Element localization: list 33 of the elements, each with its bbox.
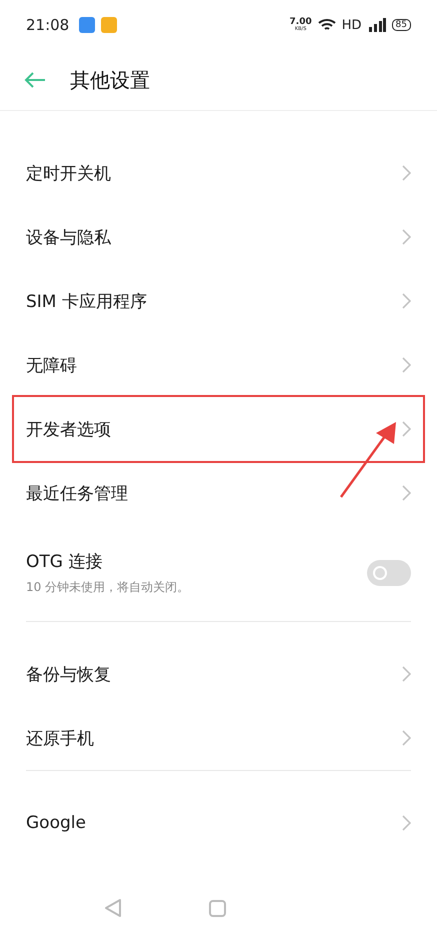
settings-item[interactable]: 开发者选项 (14, 397, 423, 461)
chevron-icon (402, 485, 411, 501)
settings-item[interactable]: 备份与恢复 (14, 642, 423, 706)
wifi-icon (318, 18, 336, 32)
status-time: 21:08 (26, 16, 70, 34)
back-nav-icon[interactable] (104, 898, 122, 918)
signal-icon (368, 18, 386, 32)
chevron-icon (402, 815, 411, 831)
settings-item[interactable]: 还原手机 (14, 706, 423, 770)
chevron-icon (402, 666, 411, 682)
chevron-icon (402, 730, 411, 746)
network-speed: 7.00 (290, 18, 312, 27)
setting-label: OTG 连接 (26, 551, 104, 573)
setting-description: 10 分钟未使用，将自动关闭。 (26, 579, 190, 596)
settings-item[interactable]: 最近任务管理 (14, 461, 423, 525)
back-icon[interactable] (24, 72, 46, 88)
app-notification-icon (79, 17, 96, 33)
home-nav-icon[interactable] (208, 900, 226, 916)
settings-item[interactable]: 无障碍 (14, 333, 423, 397)
battery-indicator: 85 (392, 19, 411, 31)
chevron-icon (402, 293, 411, 309)
settings-item[interactable]: 定时开关机 (14, 141, 423, 205)
page-title: 其他设置 (70, 66, 150, 94)
settings-item[interactable]: Google (14, 791, 423, 855)
network-label: HD (342, 18, 362, 32)
app-notification-icon (101, 17, 118, 33)
chevron-icon (402, 165, 411, 181)
chevron-icon (402, 421, 411, 437)
settings-item[interactable]: 设备与隐私 (14, 205, 423, 269)
settings-item[interactable]: SIM 卡应用程序 (14, 269, 423, 333)
chevron-icon (402, 229, 411, 245)
toggle-switch[interactable] (367, 560, 411, 586)
chevron-icon (402, 357, 411, 373)
